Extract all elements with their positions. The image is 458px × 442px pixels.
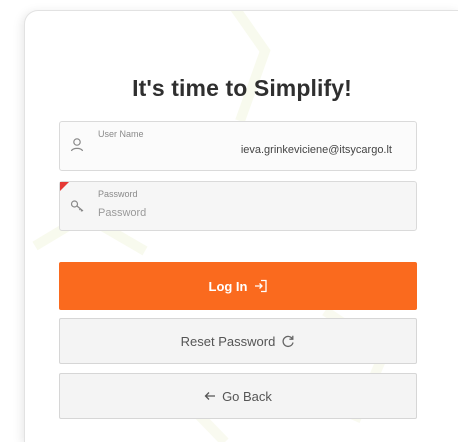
username-value[interactable]: ieva.grinkeviciene@itsycargo.lt (98, 144, 392, 156)
user-icon (70, 138, 84, 152)
login-button-label: Log In (208, 278, 248, 294)
username-label: User Name (98, 129, 144, 139)
reset-password-label: Reset Password (180, 333, 276, 349)
password-field[interactable]: Password Password (59, 181, 417, 231)
password-label: Password (98, 189, 138, 199)
login-button[interactable]: Log In (59, 262, 417, 310)
sign-in-icon (254, 279, 268, 293)
go-back-button[interactable]: Go Back (59, 373, 417, 419)
arrow-left-icon (204, 390, 216, 402)
required-marker (60, 182, 69, 191)
refresh-icon (281, 334, 295, 348)
login-title: It's time to Simplify! (132, 75, 352, 101)
login-card: It's time to Simplify! User Name ieva.gr… (24, 10, 458, 442)
username-field[interactable]: User Name ieva.grinkeviciene@itsycargo.l… (59, 121, 417, 171)
reset-password-button[interactable]: Reset Password (59, 318, 417, 364)
go-back-label: Go Back (222, 388, 272, 404)
password-input[interactable]: Password (98, 207, 146, 219)
key-icon (70, 200, 84, 212)
